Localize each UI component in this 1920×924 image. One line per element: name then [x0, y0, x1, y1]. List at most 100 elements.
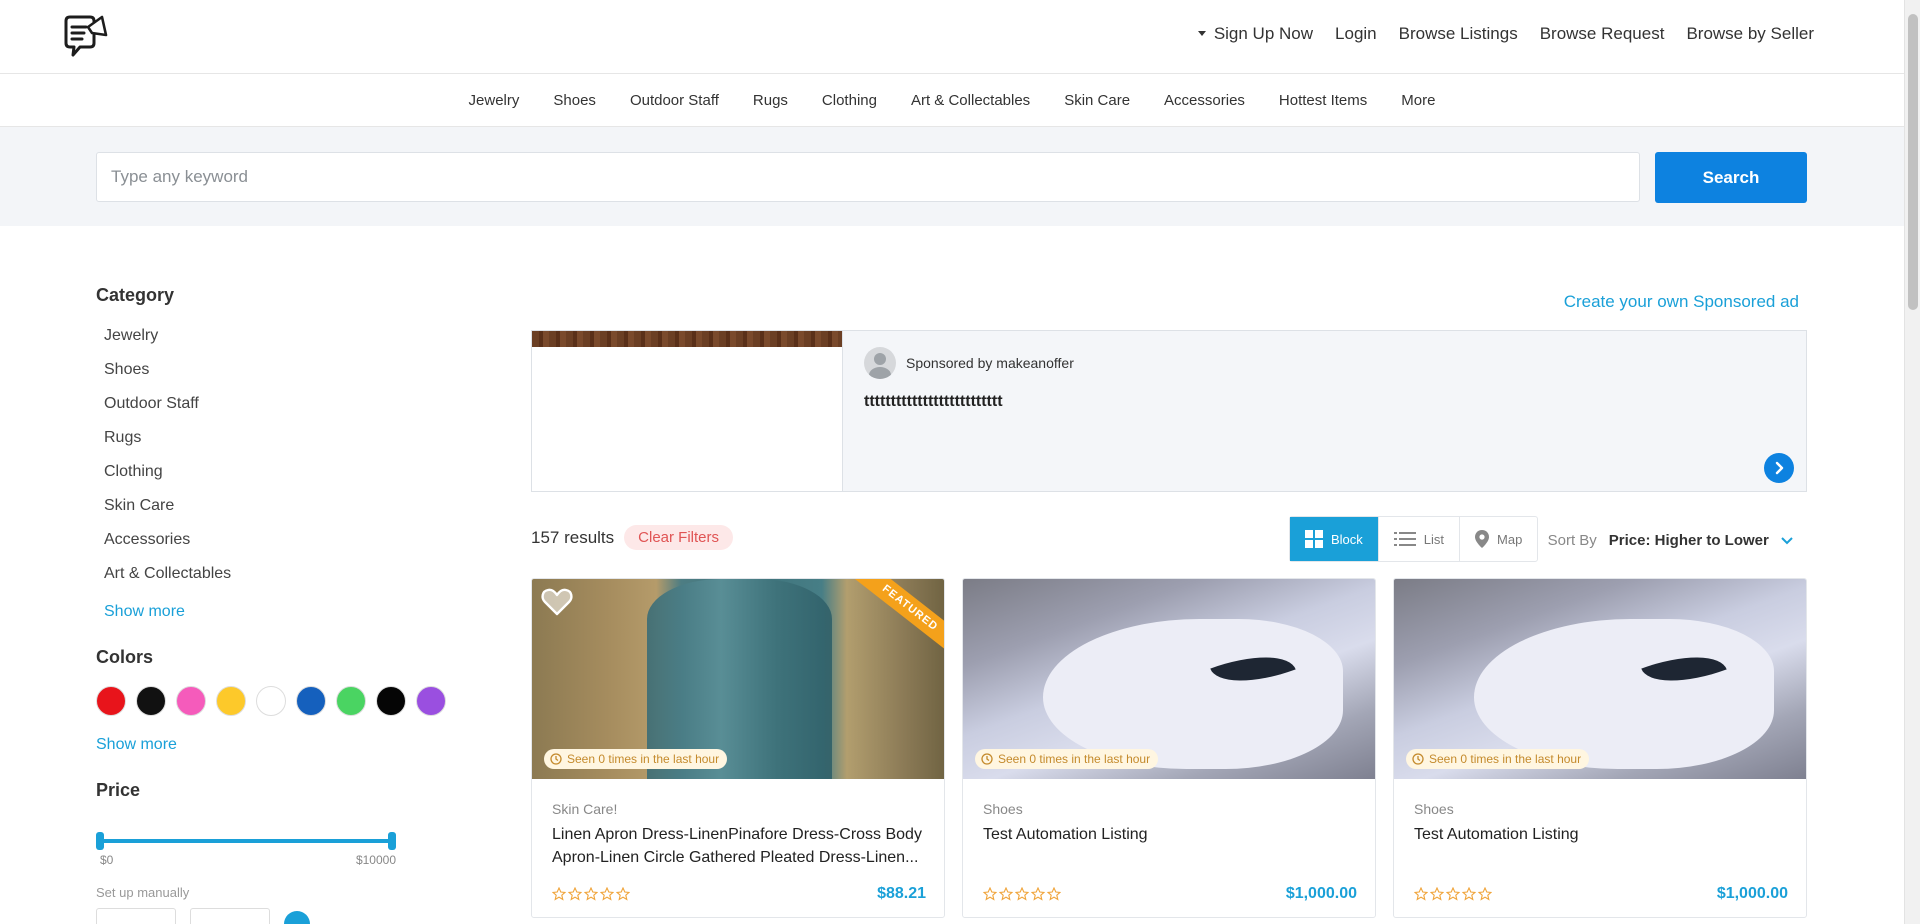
search-input[interactable]	[96, 152, 1640, 202]
star-outline-icon	[568, 887, 582, 901]
view-block-label: Block	[1331, 531, 1363, 547]
nav-sign-up-now[interactable]: Sign Up Now	[1197, 24, 1313, 44]
category-item-art-collectables[interactable]: Art & Collectables	[96, 557, 476, 591]
logo-chat-megaphone-icon	[64, 15, 108, 57]
category-item-clothing[interactable]: Clothing	[96, 455, 476, 489]
clock-icon	[981, 753, 993, 765]
view-list-tab[interactable]: List	[1377, 517, 1459, 561]
listing-card[interactable]: Seen 0 times in the last hour Shoes Test…	[1393, 578, 1807, 918]
category-heading: Category	[96, 285, 175, 305]
max-price-field[interactable]	[190, 908, 270, 924]
apply-price-button[interactable]	[284, 911, 310, 924]
color-swatch[interactable]	[216, 686, 246, 716]
sponsored-by-text: Sponsored by makeanoffer	[906, 355, 1074, 371]
vertical-scrollbar[interactable]	[1904, 0, 1920, 924]
price-range-slider[interactable]	[96, 829, 396, 853]
listing-footer: $1,000.00	[1414, 885, 1788, 903]
seen-count-badge: Seen 0 times in the last hour	[544, 749, 728, 769]
star-outline-icon	[1414, 887, 1428, 901]
listing-image[interactable]: Seen 0 times in the last hour	[1394, 579, 1806, 779]
category-list: Jewelry Shoes Outdoor Staff Rugs Clothin…	[96, 319, 476, 591]
sponsored-by: Sponsored by makeanoffer	[864, 347, 1074, 379]
sponsored-next-button[interactable]	[1764, 453, 1794, 483]
listing-card[interactable]: Seen 0 times in the last hour Shoes Test…	[962, 578, 1376, 918]
colors-show-more-link[interactable]: Show more	[96, 736, 476, 754]
top-nav: Sign Up Now Login Browse Listings Browse…	[1197, 24, 1814, 44]
seen-count-badge: Seen 0 times in the last hour	[975, 749, 1159, 769]
set-up-manually-label: Set up manually	[96, 885, 190, 900]
catnav-rugs[interactable]: Rugs	[753, 92, 788, 109]
view-map-tab[interactable]: Map	[1459, 517, 1537, 561]
view-block-tab[interactable]: Block	[1290, 517, 1378, 561]
nav-login[interactable]: Login	[1335, 24, 1377, 44]
sponsored-ad[interactable]: Sponsored by makeanoffer ttttttttttttttt…	[531, 330, 1807, 492]
category-item-accessories[interactable]: Accessories	[96, 523, 476, 557]
category-item-rugs[interactable]: Rugs	[96, 421, 476, 455]
clear-filters-button[interactable]: Clear Filters	[624, 525, 734, 550]
view-list-label: List	[1423, 531, 1445, 547]
star-outline-icon	[1462, 887, 1476, 901]
category-item-shoes[interactable]: Shoes	[96, 353, 476, 387]
color-swatch[interactable]	[336, 686, 366, 716]
listing-card[interactable]: FEATURED Seen 0 times in the last hour S…	[531, 578, 945, 918]
view-toggle: Block List Map	[1289, 516, 1539, 562]
nav-browse-request[interactable]: Browse Request	[1540, 24, 1665, 44]
listing-title[interactable]: Test Automation Listing	[983, 823, 1357, 869]
color-swatch[interactable]	[416, 686, 446, 716]
listing-image[interactable]: Seen 0 times in the last hour	[963, 579, 1375, 779]
seen-count-text: Seen 0 times in the last hour	[998, 752, 1151, 766]
catnav-clothing[interactable]: Clothing	[822, 92, 877, 109]
create-sponsored-ad-link[interactable]: Create your own Sponsored ad	[1564, 292, 1799, 312]
category-show-more-link[interactable]: Show more	[96, 603, 476, 621]
color-swatch[interactable]	[176, 686, 206, 716]
map-pin-icon	[1475, 530, 1490, 548]
catnav-outdoor-staff[interactable]: Outdoor Staff	[630, 92, 719, 109]
listing-title[interactable]: Linen Apron Dress-LinenPinafore Dress-Cr…	[552, 823, 926, 869]
caret-down-icon	[1197, 31, 1206, 36]
category-item-jewelry[interactable]: Jewelry	[96, 319, 476, 353]
min-price-field[interactable]	[96, 908, 176, 924]
category-item-skin-care[interactable]: Skin Care	[96, 489, 476, 523]
results-summary: 157 results Clear Filters	[531, 525, 734, 550]
star-outline-icon	[999, 887, 1013, 901]
search-band: Search	[0, 127, 1904, 226]
manual-price-row	[96, 908, 476, 924]
price-max-handle[interactable]	[388, 832, 396, 850]
sort-by-label: Sort By	[1547, 532, 1597, 549]
star-outline-icon	[1031, 887, 1045, 901]
catnav-hottest-items[interactable]: Hottest Items	[1279, 92, 1367, 109]
catnav-jewelry[interactable]: Jewelry	[469, 92, 520, 109]
price-labels: $0 $10000	[96, 853, 396, 871]
search-button[interactable]: Search	[1655, 152, 1807, 203]
color-swatch[interactable]	[376, 686, 406, 716]
site-logo[interactable]	[60, 11, 110, 63]
price-max-label: $10000	[355, 853, 396, 867]
catnav-art-collectables[interactable]: Art & Collectables	[911, 92, 1030, 109]
listing-title[interactable]: Test Automation Listing	[1414, 823, 1788, 869]
favorite-heart-icon[interactable]	[540, 585, 574, 619]
nav-browse-by-seller[interactable]: Browse by Seller	[1686, 24, 1814, 44]
listing-body: Shoes Test Automation Listing	[1414, 801, 1788, 869]
star-outline-icon	[1430, 887, 1444, 901]
listing-image[interactable]: FEATURED Seen 0 times in the last hour	[532, 579, 944, 779]
catnav-skin-care[interactable]: Skin Care	[1064, 92, 1130, 109]
nav-browse-listings[interactable]: Browse Listings	[1399, 24, 1518, 44]
featured-badge: FEATURED	[848, 579, 944, 660]
listing-price: $88.21	[877, 885, 926, 902]
sort-select[interactable]: Price: Higher to Lower	[1609, 532, 1793, 549]
scrollbar-thumb[interactable]	[1908, 14, 1918, 310]
star-outline-icon	[1047, 887, 1061, 901]
catnav-accessories[interactable]: Accessories	[1164, 92, 1245, 109]
category-nav: Jewelry Shoes Outdoor Staff Rugs Clothin…	[0, 75, 1904, 127]
star-outline-icon	[616, 887, 630, 901]
color-swatch[interactable]	[96, 686, 126, 716]
price-min-handle[interactable]	[96, 832, 104, 850]
color-swatch[interactable]	[256, 686, 286, 716]
category-item-outdoor-staff[interactable]: Outdoor Staff	[96, 387, 476, 421]
color-swatch[interactable]	[136, 686, 166, 716]
catnav-more[interactable]: More	[1401, 92, 1435, 109]
color-swatch[interactable]	[296, 686, 326, 716]
star-outline-icon	[600, 887, 614, 901]
top-header: Sign Up Now Login Browse Listings Browse…	[0, 0, 1904, 74]
catnav-shoes[interactable]: Shoes	[553, 92, 596, 109]
